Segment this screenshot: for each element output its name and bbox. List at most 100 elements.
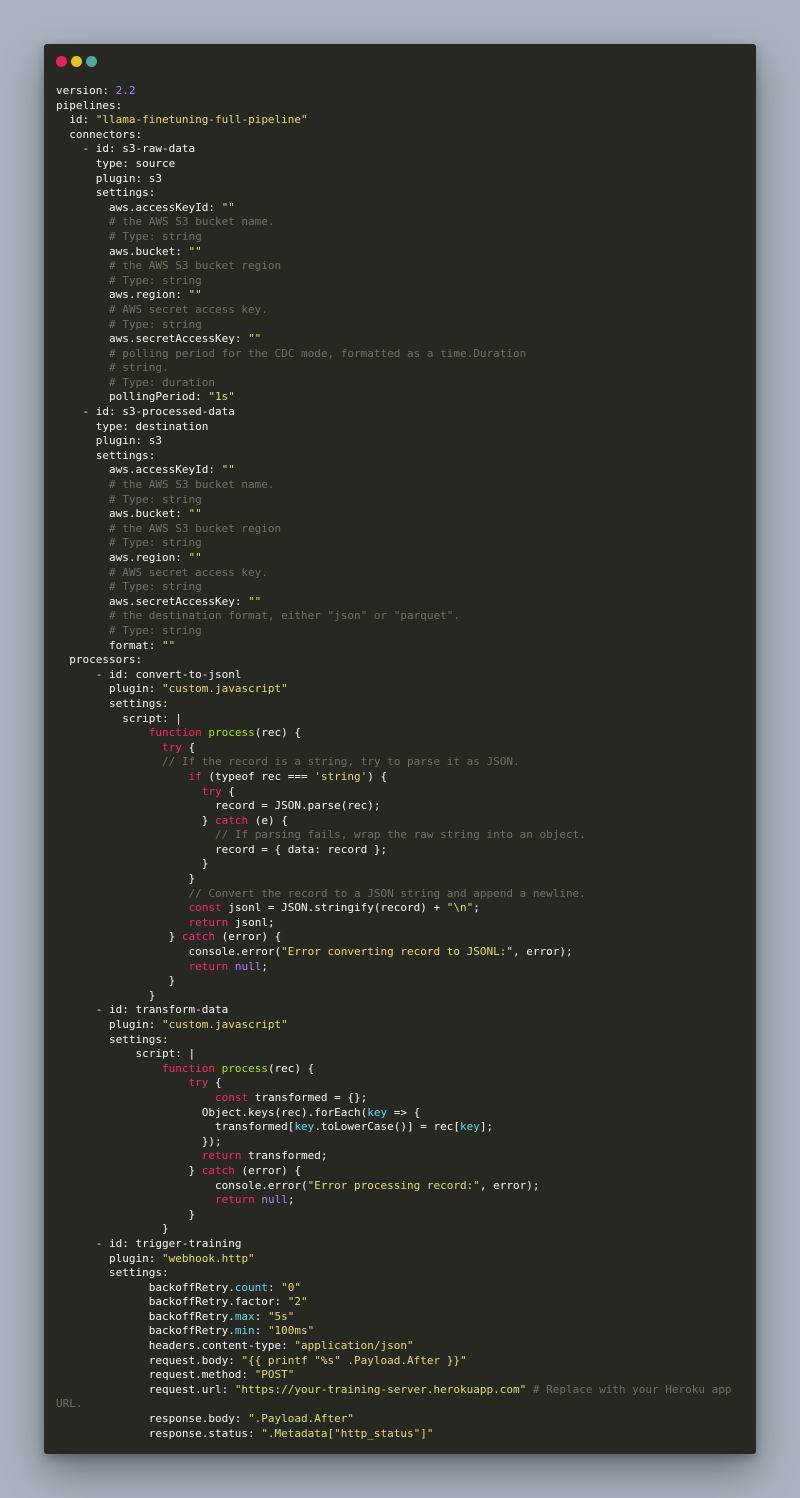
code-line: aws.secretAccessKey: "" [56,332,746,347]
code-line: return transformed; [56,1149,746,1164]
code-line: format: "" [56,639,746,654]
code-token: catch [201,1163,235,1177]
code-token: "5s" [267,1309,295,1323]
code-token: id: [56,113,96,127]
code-token: { [181,740,196,754]
code-line: settings: [56,1266,746,1281]
code-token: { [221,784,235,798]
code-token: # the AWS S3 bucket name. [56,215,275,229]
code-block[interactable]: version: 2.2 pipelines: id: "llama-finetu… [56,84,746,1441]
code-line: } [56,989,746,1004]
code-token: process [221,1061,268,1075]
code-token: jsonl = JSON.stringify(record) + [221,901,447,915]
code-line: const transformed = {}; [56,1091,746,1106]
code-token: script: | [56,711,182,725]
code-token: ".Payload.After" [248,1412,355,1426]
close-dot[interactable] [56,56,67,67]
code-token: plugin: [56,1018,162,1031]
code-token: : [254,1324,268,1338]
code-line: # polling period for the CDC mode, forma… [56,347,746,362]
code-line: try { [56,785,746,800]
code-token: "Error converting record to JSONL:" [281,945,513,959]
code-token: # Type: string [56,229,202,243]
code-token: aws.accessKeyId: [56,463,222,477]
code-token: transformed = {}; [248,1090,368,1104]
code-token: record = { data: record }; [56,842,388,856]
code-line: # Type: string [56,580,746,595]
code-token: ; [473,901,480,915]
code-line: aws.accessKeyId: "" [56,463,746,478]
code-token: (e) { [248,813,288,827]
code-token: max [234,1309,255,1323]
code-line: pipelines: [56,99,746,114]
code-token: settings: [56,448,156,462]
code-token: (rec) { [267,1061,315,1075]
code-token: # Type: string [56,317,202,331]
code-line: record = { data: record }; [56,843,746,858]
code-token: } [56,988,156,1002]
code-token: } [56,1222,169,1236]
code-token: { [208,1076,222,1090]
code-line: plugin: s3 [56,434,746,449]
code-token: aws.accessKeyId: [56,200,222,214]
code-token: } [56,974,176,988]
code-line: record = JSON.parse(rec); [56,799,746,814]
code-line: settings: [56,449,746,464]
code-line: aws.region: "" [56,288,746,303]
code-token: const [188,901,222,915]
code-token: "llama-finetuning-full-pipeline" [95,113,308,127]
code-line: # AWS secret access key. [56,566,746,581]
code-token: - id: transform-data [56,1003,229,1017]
code-token: connectors: [56,127,143,141]
code-token: process [208,726,255,740]
zoom-dot[interactable] [86,56,97,67]
code-token: # string. [56,361,169,375]
code-token: ]; [479,1120,494,1134]
code-token: null [261,1193,288,1207]
code-token: key [460,1120,480,1134]
code-token: try [201,784,222,798]
code-line: backoffRetry.max: "5s" [56,1310,746,1325]
code-token: "" [248,594,262,608]
code-line: } catch (error) { [56,930,746,945]
code-token: "\n" [446,901,474,915]
code-token: pipelines: [56,98,123,112]
code-line: aws.region: "" [56,551,746,566]
code-line: # Type: duration [56,376,746,391]
code-token: "POST" [254,1368,295,1382]
code-line: return null; [56,960,746,975]
code-token: backoffRetry. [56,1280,235,1294]
minimize-dot[interactable] [71,56,82,67]
code-token: "2" [287,1295,308,1309]
code-token: 'string' [314,769,368,783]
code-line: request.body: "{{ printf "%s" .Payload.A… [56,1354,746,1369]
code-token: # the AWS S3 bucket name. [56,478,275,492]
code-line: plugin: "custom.javascript" [56,1018,746,1033]
code-token: return [188,915,229,929]
code-line: # the AWS S3 bucket region [56,259,746,274]
code-token: (error) { [234,1163,302,1177]
code-token: request.method: [56,1368,255,1382]
code-line: try { [56,741,746,756]
code-token: // If the record is a string, try to par… [56,755,520,769]
code-line: backoffRetry.min: "100ms" [56,1324,746,1339]
code-line: backoffRetry.factor: "2" [56,1295,746,1310]
code-token: transformed; [241,1149,328,1163]
code-token: type: destination [56,419,209,433]
code-line: # the destination format, either "json" … [56,609,746,624]
code-token: "1s" [208,390,235,404]
code-line: } catch (e) { [56,814,746,829]
code-token: count [234,1280,268,1294]
code-token: "webhook.http" [161,1251,255,1265]
code-token: : [267,1280,282,1294]
code-token: catch [214,813,249,827]
code-token: # Type: string [56,580,202,594]
code-token: min [234,1324,255,1338]
code-token: } [56,872,196,886]
code-line: script: | [56,1047,746,1062]
